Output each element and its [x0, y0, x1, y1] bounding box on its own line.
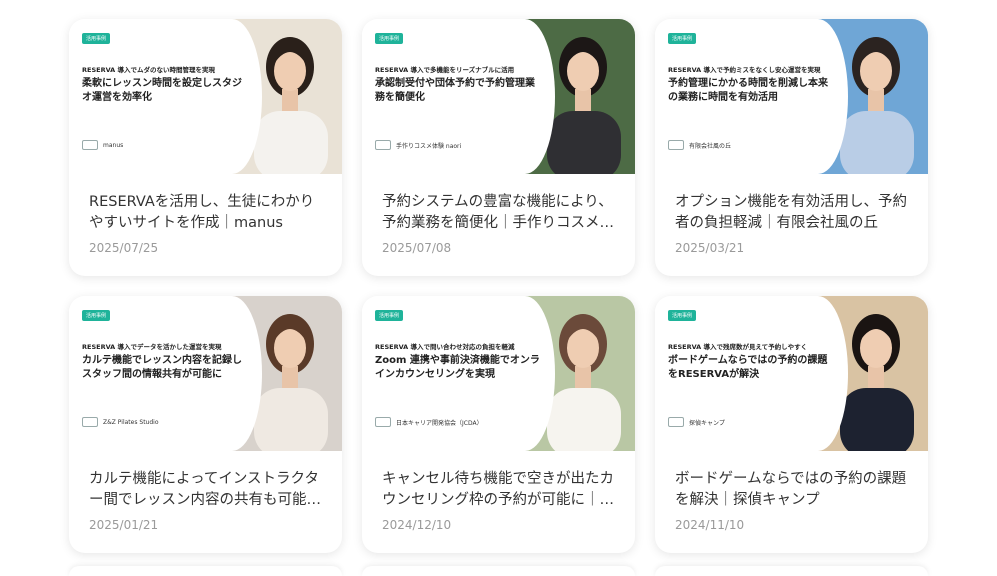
- customer-photo: [232, 296, 342, 451]
- brand-logo-icon: [668, 417, 684, 427]
- customer-photo: [818, 19, 928, 174]
- thumbnail-headline: ボードゲームならではの予約の課題をRESERVAが解決: [668, 355, 828, 380]
- card-thumbnail[interactable]: 活用事例 RESERVA 導入で問い合わせ対応の負担を軽減 Zoom 連携や事前…: [362, 296, 635, 451]
- card-date: 2025/07/08: [382, 241, 452, 255]
- card-title[interactable]: RESERVAを活用し、生徒にわかりやすいサイトを作成｜manus: [89, 192, 322, 234]
- card-thumbnail[interactable]: 活用事例 RESERVA 導入で残席数が見えて予約しやすく ボードゲームならでは…: [655, 296, 928, 451]
- customer-brand: 有限会社風の丘: [668, 140, 731, 150]
- case-study-tag: 活用事例: [82, 310, 111, 321]
- case-study-tag: 活用事例: [82, 33, 111, 44]
- card-title[interactable]: ボードゲームならではの予約の課題を解決｜探偵キャンプ: [675, 469, 908, 511]
- card-thumbnail[interactable]: 活用事例 RESERVA 導入で多機能をリーズナブルに活用 承認制受付や団体予約…: [362, 19, 635, 174]
- card-title[interactable]: カルテ機能によってインストラクター間でレッスン内容の共有も可能に｜Z&Z Pil…: [89, 469, 322, 511]
- card-title[interactable]: 予約システムの豊富な機能により、予約業務を簡便化｜手作りコスメ体験 naori: [382, 192, 615, 234]
- case-study-card[interactable]: 活用事例 RESERVA 導入で多機能をリーズナブルに活用 承認制受付や団体予約…: [362, 19, 635, 276]
- card-title[interactable]: オプション機能を有効活用し、予約者の負担軽減｜有限会社風の丘: [675, 192, 908, 234]
- brand-name: 有限会社風の丘: [689, 142, 732, 150]
- case-study-card[interactable]: 活用事例 RESERVA 導入でムダのない時間管理を実現 柔軟にレッスン時間を設…: [69, 19, 342, 276]
- thumbnail-headline: 予約管理にかかる時間を削減し本来の業務に時間を有効活用: [668, 78, 828, 103]
- brand-logo-icon: [375, 140, 391, 150]
- card-thumbnail[interactable]: 活用事例 RESERVA 導入でムダのない時間管理を実現 柔軟にレッスン時間を設…: [69, 19, 342, 174]
- brand-logo-icon: [668, 140, 684, 150]
- brand-name: 日本キャリア開発協会（JCDA）: [396, 419, 483, 427]
- thumbnail-headline: 柔軟にレッスン時間を設定しスタジオ運営を効率化: [82, 78, 242, 103]
- card-thumbnail[interactable]: 活用事例 RESERVA 導入でデータを活かした運営を実現 カルテ機能でレッスン…: [69, 296, 342, 451]
- thumbnail-headline: カルテ機能でレッスン内容を記録しスタッフ間の情報共有が可能に: [82, 355, 242, 380]
- brand-logo-icon: [375, 417, 391, 427]
- card-thumbnail[interactable]: 活用事例 RESERVA 導入で予約ミスをなくし安心運営を実現 予約管理にかかる…: [655, 19, 928, 174]
- thumbnail-subtitle: RESERVA 導入で残席数が見えて予約しやすく: [668, 343, 808, 351]
- thumbnail-headline: Zoom 連携や事前決済機能でオンラインカウンセリングを実現: [375, 355, 540, 380]
- brand-logo-icon: [82, 417, 98, 427]
- card-date: 2024/12/10: [382, 518, 452, 532]
- thumbnail-subtitle: RESERVA 導入でデータを活かした運営を実現: [82, 343, 222, 351]
- case-study-grid: 活用事例 RESERVA 導入でムダのない時間管理を実現 柔軟にレッスン時間を設…: [69, 19, 928, 553]
- card-date: 2024/11/10: [675, 518, 745, 532]
- case-study-card[interactable]: 活用事例 RESERVA 導入で予約ミスをなくし安心運営を実現 予約管理にかかる…: [655, 19, 928, 276]
- thumbnail-subtitle: RESERVA 導入で多機能をリーズナブルに活用: [375, 66, 515, 74]
- thumbnail-subtitle: RESERVA 導入で問い合わせ対応の負担を軽減: [375, 343, 515, 351]
- card-date: 2025/07/25: [89, 241, 159, 255]
- case-study-card[interactable]: 活用事例 RESERVA 導入でデータを活かした運営を実現 カルテ機能でレッスン…: [69, 296, 342, 553]
- brand-name: 手作りコスメ体験 naori: [396, 142, 462, 150]
- brand-name: manus: [103, 141, 124, 149]
- customer-photo: [818, 296, 928, 451]
- customer-brand: 日本キャリア開発協会（JCDA）: [375, 417, 483, 427]
- customer-brand: manus: [82, 140, 123, 150]
- customer-brand: Z&Z Pilates Studio: [82, 417, 159, 427]
- case-study-tag: 活用事例: [668, 33, 697, 44]
- brand-logo-icon: [82, 140, 98, 150]
- brand-name: Z&Z Pilates Studio: [103, 418, 159, 426]
- next-row-card-peek: [69, 566, 342, 576]
- customer-brand: 探偵キャンプ: [668, 417, 725, 427]
- next-row-card-peek: [362, 566, 635, 576]
- thumbnail-subtitle: RESERVA 導入でムダのない時間管理を実現: [82, 66, 215, 74]
- customer-photo: [525, 19, 635, 174]
- card-title[interactable]: キャンセル待ち機能で空きが出たカウンセリング枠の予約が可能に｜日本キャリア開発協…: [382, 469, 615, 511]
- case-study-tag: 活用事例: [375, 33, 404, 44]
- case-study-tag: 活用事例: [668, 310, 697, 321]
- case-study-card[interactable]: 活用事例 RESERVA 導入で問い合わせ対応の負担を軽減 Zoom 連携や事前…: [362, 296, 635, 553]
- card-date: 2025/01/21: [89, 518, 159, 532]
- next-row-card-peek: [655, 566, 928, 576]
- card-date: 2025/03/21: [675, 241, 745, 255]
- case-study-tag: 活用事例: [375, 310, 404, 321]
- case-study-card[interactable]: 活用事例 RESERVA 導入で残席数が見えて予約しやすく ボードゲームならでは…: [655, 296, 928, 553]
- customer-photo: [525, 296, 635, 451]
- thumbnail-headline: 承認制受付や団体予約で予約管理業務を簡便化: [375, 78, 535, 103]
- customer-brand: 手作りコスメ体験 naori: [375, 140, 461, 150]
- customer-photo: [232, 19, 342, 174]
- brand-name: 探偵キャンプ: [689, 419, 725, 427]
- thumbnail-subtitle: RESERVA 導入で予約ミスをなくし安心運営を実現: [668, 66, 821, 74]
